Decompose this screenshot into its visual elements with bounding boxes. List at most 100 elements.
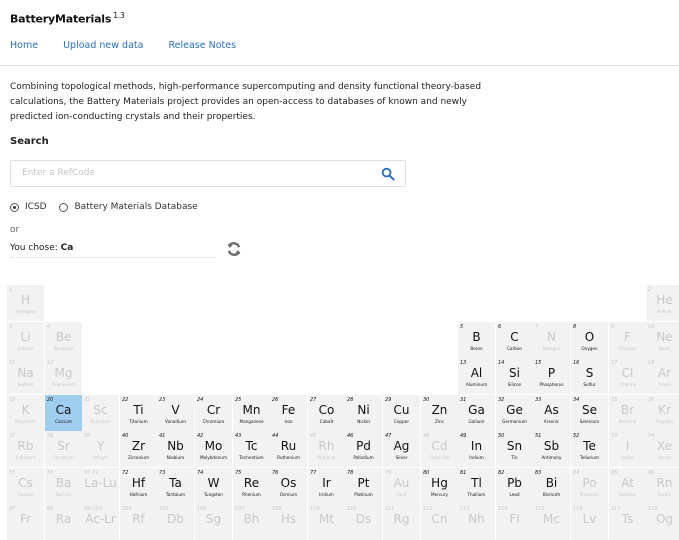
element-cell-au[interactable]: 79 Au Gold [383, 468, 420, 504]
element-cell-ra[interactable]: 88 Ra [45, 504, 82, 540]
element-cell-sb[interactable]: 51 Sb Antimony [533, 431, 570, 467]
element-cell-mt[interactable]: 109 Mt [308, 504, 345, 540]
element-cell-zr[interactable]: 40 Zr Zirconium [120, 431, 157, 467]
element-cell-na[interactable]: 11 Na Sodium [7, 358, 44, 394]
element-cell-al[interactable]: 13 Al Aluminum [458, 358, 495, 394]
element-cell-og[interactable]: 118 Og [646, 504, 679, 540]
element-cell-ts[interactable]: 117 Ts [609, 504, 646, 540]
element-cell-tl[interactable]: 81 Tl Thallium [458, 468, 495, 504]
element-cell-hs[interactable]: 108 Hs [270, 504, 307, 540]
element-cell-ag[interactable]: 47 Ag Silver [383, 431, 420, 467]
element-cell-co[interactable]: 27 Co Cobalt [308, 395, 345, 431]
element-cell-ta[interactable]: 73 Ta Tantalum [157, 468, 194, 504]
element-cell-po[interactable]: 84 Po Polonium [571, 468, 608, 504]
element-cell-bi[interactable]: 83 Bi Bismuth [533, 468, 570, 504]
site-brand[interactable]: BatteryMaterials 1.3 [10, 11, 125, 26]
element-cell-db[interactable]: 105 Db [157, 504, 194, 540]
element-cell-sc[interactable]: 21 Sc Scandium [82, 395, 119, 431]
element-cell-ar[interactable]: 18 Ar Argon [646, 358, 679, 394]
element-cell-kr[interactable]: 36 Kr Krypton [646, 395, 679, 431]
element-cell-f[interactable]: 9 F Fluorine [609, 322, 646, 358]
element-cell-n[interactable]: 7 N Nitrogen [533, 322, 570, 358]
element-cell-p[interactable]: 15 P Phosphorus [533, 358, 570, 394]
element-cell-pb[interactable]: 82 Pb Lead [496, 468, 533, 504]
nav-home-link[interactable]: Home [10, 40, 38, 51]
element-cell-mg[interactable]: 12 Mg Magnesium [45, 358, 82, 394]
element-cell-fe[interactable]: 26 Fe Iron [270, 395, 307, 431]
element-cell-si[interactable]: 14 Si Silicon [496, 358, 533, 394]
element-cell-hf[interactable]: 72 Hf Hafnium [120, 468, 157, 504]
element-cell-h[interactable]: 1 H Hydrogen [7, 285, 44, 321]
element-cell-ac-lr[interactable]: 89-103 Ac-Lr [82, 504, 119, 540]
element-cell-rg[interactable]: 111 Rg [383, 504, 420, 540]
radio-battery-materials-db[interactable]: Battery Materials Database [59, 202, 198, 212]
refcode-search-input[interactable] [20, 167, 354, 179]
element-cell-be[interactable]: 4 Be Beryllium [45, 322, 82, 358]
element-cell-ds[interactable]: 110 Ds [345, 504, 382, 540]
refresh-icon[interactable] [226, 241, 242, 257]
element-cell-s[interactable]: 16 S Sulfur [571, 358, 608, 394]
element-cell-cd[interactable]: 48 Cd Cadmium [421, 431, 458, 467]
element-cell-pd[interactable]: 46 Pd Palladium [345, 431, 382, 467]
element-cell-os[interactable]: 76 Os Osmium [270, 468, 307, 504]
element-cell-y[interactable]: 39 Y Yttrium [82, 431, 119, 467]
element-cell-br[interactable]: 35 Br Bromine [609, 395, 646, 431]
element-cell-zn[interactable]: 30 Zn Zinc [421, 395, 458, 431]
element-cell-rn[interactable]: 86 Rn Radon [646, 468, 679, 504]
element-cell-ti[interactable]: 22 Ti Titanium [120, 395, 157, 431]
element-cell-cr[interactable]: 24 Cr Chromium [195, 395, 232, 431]
search-icon[interactable] [381, 167, 395, 181]
element-cell-ir[interactable]: 77 Ir Iridium [308, 468, 345, 504]
element-cell-cl[interactable]: 17 Cl Chlorine [609, 358, 646, 394]
element-cell-sr[interactable]: 38 Sr Strontium [45, 431, 82, 467]
element-cell-nb[interactable]: 41 Nb Niobium [157, 431, 194, 467]
element-cell-la-lu[interactable]: 57-71 La-Lu [82, 468, 119, 504]
element-cell-rh[interactable]: 45 Rh Rhodium [308, 431, 345, 467]
element-cell-k[interactable]: 19 K Potassium [7, 395, 44, 431]
element-cell-mo[interactable]: 42 Mo Molybdenum [195, 431, 232, 467]
element-cell-sn[interactable]: 50 Sn Tin [496, 431, 533, 467]
element-cell-i[interactable]: 53 I Iodine [609, 431, 646, 467]
element-cell-b[interactable]: 5 B Boron [458, 322, 495, 358]
element-cell-hg[interactable]: 80 Hg Mercury [421, 468, 458, 504]
element-cell-xe[interactable]: 54 Xe Xenon [646, 431, 679, 467]
element-cell-at[interactable]: 85 At Astatine [609, 468, 646, 504]
element-cell-fr[interactable]: 87 Fr [7, 504, 44, 540]
element-cell-te[interactable]: 52 Te Tellurium [571, 431, 608, 467]
element-cell-v[interactable]: 23 V Vanadium [157, 395, 194, 431]
element-cell-fl[interactable]: 114 Fl [496, 504, 533, 540]
element-cell-se[interactable]: 34 Se Selenium [571, 395, 608, 431]
element-cell-tc[interactable]: 43 Tc Technetium [233, 431, 270, 467]
element-cell-in[interactable]: 49 In Indium [458, 431, 495, 467]
element-cell-bh[interactable]: 107 Bh [233, 504, 270, 540]
element-cell-mn[interactable]: 25 Mn Manganese [233, 395, 270, 431]
element-cell-li[interactable]: 3 Li Lithium [7, 322, 44, 358]
radio-icsd[interactable]: ICSD [10, 202, 47, 212]
element-cell-cn[interactable]: 112 Cn [421, 504, 458, 540]
element-cell-cu[interactable]: 29 Cu Copper [383, 395, 420, 431]
element-cell-sg[interactable]: 106 Sg [195, 504, 232, 540]
element-cell-lv[interactable]: 116 Lv [571, 504, 608, 540]
element-cell-rf[interactable]: 104 Rf [120, 504, 157, 540]
element-cell-o[interactable]: 8 O Oxygen [571, 322, 608, 358]
element-cell-ba[interactable]: 56 Ba Barium [45, 468, 82, 504]
element-cell-he[interactable]: 2 He Helium [646, 285, 679, 321]
element-cell-pt[interactable]: 78 Pt Platinum [345, 468, 382, 504]
element-cell-nh[interactable]: 113 Nh [458, 504, 495, 540]
element-cell-ga[interactable]: 31 Ga Gallium [458, 395, 495, 431]
element-cell-re[interactable]: 75 Re Rhenium [233, 468, 270, 504]
element-cell-as[interactable]: 33 As Arsenic [533, 395, 570, 431]
nav-release-notes-link[interactable]: Release Notes [169, 40, 237, 51]
element-cell-cs[interactable]: 55 Cs Cesium [7, 468, 44, 504]
element-cell-ge[interactable]: 32 Ge Germanium [496, 395, 533, 431]
element-cell-ru[interactable]: 44 Ru Ruthenium [270, 431, 307, 467]
element-cell-mc[interactable]: 115 Mc [533, 504, 570, 540]
radio-unchecked-icon [59, 202, 69, 212]
element-cell-rb[interactable]: 37 Rb Rubidium [7, 431, 44, 467]
element-cell-ne[interactable]: 10 Ne Neon [646, 322, 679, 358]
element-cell-c[interactable]: 6 C Carbon [496, 322, 533, 358]
element-cell-w[interactable]: 74 W Tungsten [195, 468, 232, 504]
nav-upload-link[interactable]: Upload new data [63, 40, 143, 51]
element-cell-ni[interactable]: 28 Ni Nickel [345, 395, 382, 431]
element-cell-ca[interactable]: 20 Ca Calcium [45, 395, 82, 431]
